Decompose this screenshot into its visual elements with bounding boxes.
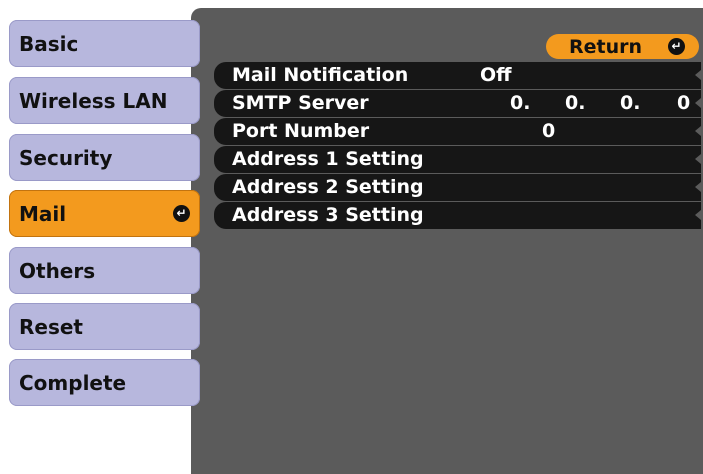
sidebar-item-label: Basic — [19, 31, 79, 56]
setting-label: Mail Notification — [232, 64, 409, 86]
sidebar-item-label: Reset — [19, 314, 83, 339]
sidebar-item-label: Security — [19, 145, 113, 170]
setting-label: SMTP Server — [232, 92, 369, 114]
setting-value: 0 — [542, 120, 556, 142]
return-label: Return — [569, 35, 643, 58]
sidebar-item-label: Complete — [19, 370, 127, 395]
sidebar-item-mail[interactable]: Mail ↵ — [9, 190, 200, 237]
smtp-octet-3: 0. — [620, 92, 641, 114]
sidebar-item-security[interactable]: Security — [9, 134, 200, 181]
setting-label: Port Number — [232, 120, 370, 142]
sidebar-item-label: Mail — [19, 201, 67, 226]
setting-mail-notification[interactable]: Mail Notification Off — [214, 62, 701, 89]
row-edge-icon — [695, 182, 701, 192]
setting-value: Off — [480, 64, 512, 86]
sidebar-item-complete[interactable]: Complete — [9, 359, 200, 406]
sidebar-item-label: Wireless LAN — [19, 88, 168, 113]
setting-port-number[interactable]: Port Number 0 — [214, 118, 701, 145]
setting-address-3[interactable]: Address 3 Setting — [214, 202, 701, 229]
return-button[interactable]: Return ↵ — [546, 34, 699, 59]
smtp-octet-2: 0. — [565, 92, 586, 114]
row-edge-icon — [695, 98, 701, 108]
setting-label: Address 3 Setting — [232, 204, 424, 226]
sidebar-item-others[interactable]: Others — [9, 247, 200, 294]
row-edge-icon — [695, 210, 701, 220]
sidebar-item-label: Others — [19, 258, 96, 283]
enter-icon: ↵ — [668, 38, 685, 55]
setting-address-1[interactable]: Address 1 Setting — [214, 146, 701, 173]
row-edge-icon — [695, 70, 701, 80]
enter-icon: ↵ — [173, 205, 190, 222]
row-edge-icon — [695, 154, 701, 164]
sidebar-item-reset[interactable]: Reset — [9, 303, 200, 350]
sidebar-item-basic[interactable]: Basic — [9, 20, 200, 67]
setting-address-2[interactable]: Address 2 Setting — [214, 174, 701, 201]
setting-smtp-server[interactable]: SMTP Server 0. 0. 0. 0 — [214, 90, 701, 117]
setting-label: Address 2 Setting — [232, 176, 424, 198]
row-edge-icon — [695, 126, 701, 136]
smtp-octet-1: 0. — [510, 92, 531, 114]
sidebar-item-wireless-lan[interactable]: Wireless LAN — [9, 77, 200, 124]
smtp-octet-4: 0 — [677, 92, 691, 114]
setting-label: Address 1 Setting — [232, 148, 424, 170]
